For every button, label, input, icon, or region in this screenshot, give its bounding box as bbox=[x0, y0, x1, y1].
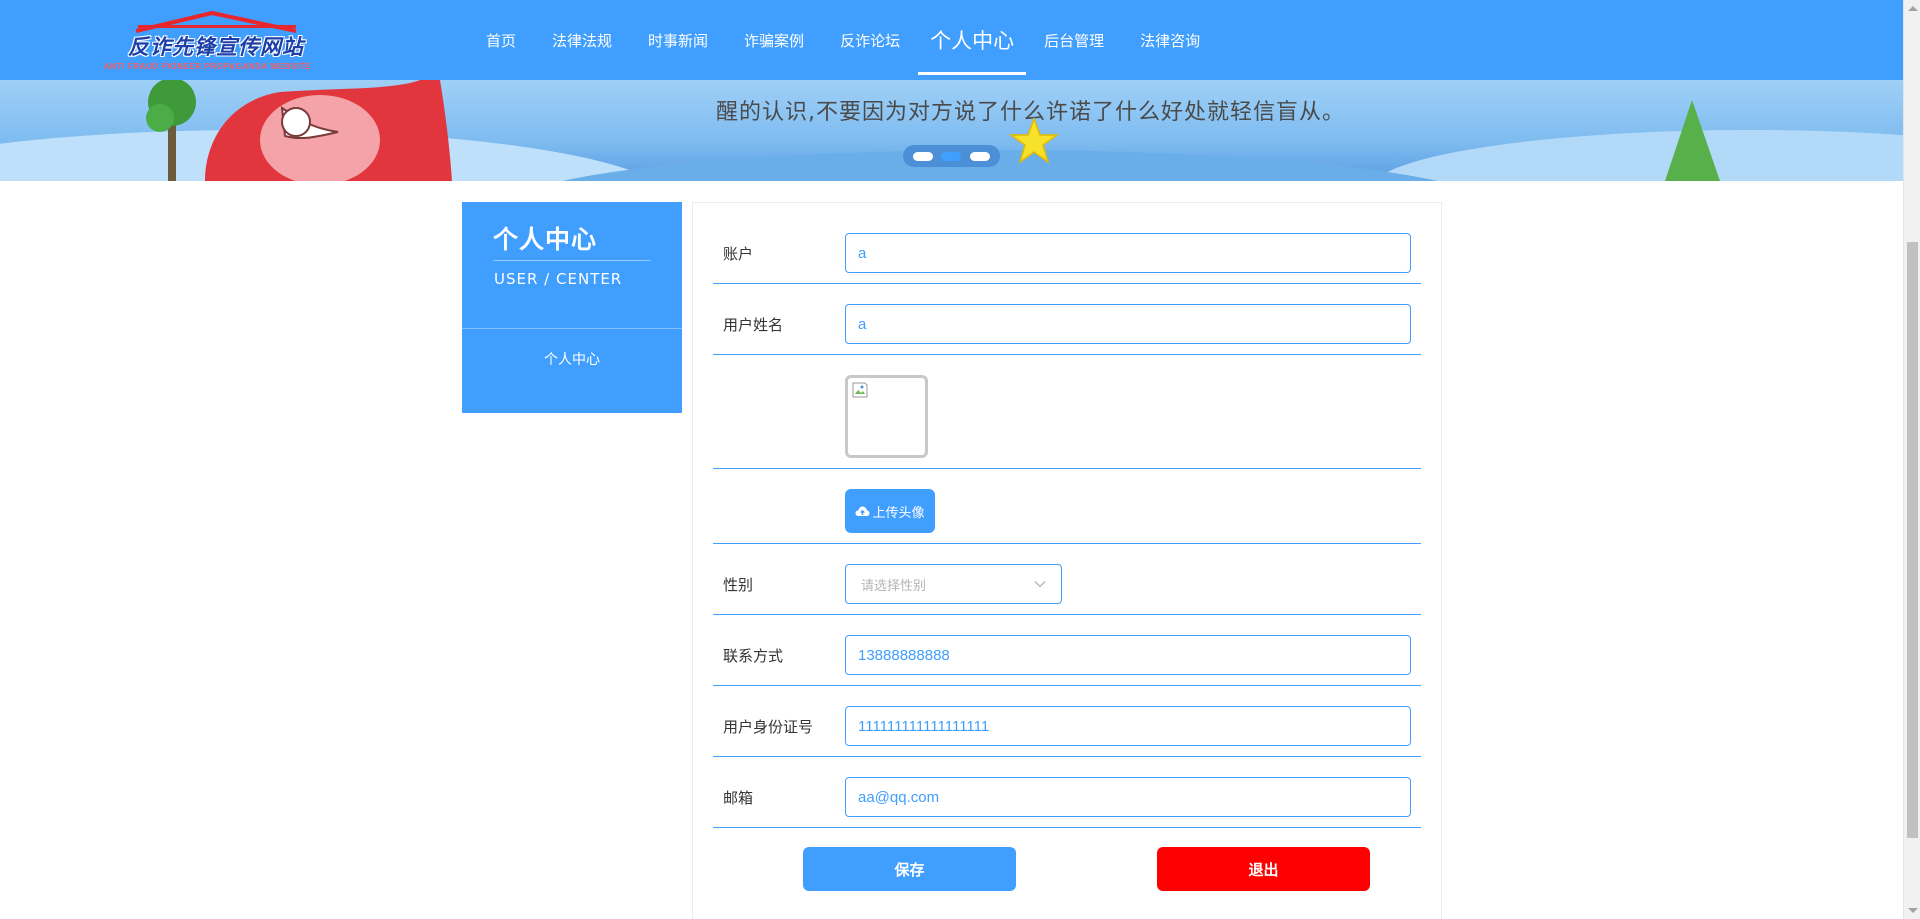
form-row-gender: 性别 请选择性别 bbox=[713, 544, 1421, 615]
email-label: 邮箱 bbox=[723, 789, 754, 807]
email-input[interactable] bbox=[845, 777, 1411, 817]
nav-admin[interactable]: 后台管理 bbox=[1026, 0, 1122, 80]
phone-input[interactable] bbox=[845, 635, 1411, 675]
banner-carousel[interactable]: 醒的认识,不要因为对方说了什么许诺了什么好处就轻信盲从。 bbox=[0, 80, 1903, 181]
nav-legal-consult[interactable]: 法律咨询 bbox=[1122, 0, 1218, 80]
carousel-dot-3[interactable] bbox=[969, 151, 990, 161]
nav-laws[interactable]: 法律法规 bbox=[534, 0, 630, 80]
form-row-name: 用户姓名 bbox=[713, 284, 1421, 355]
carousel-dot-1[interactable] bbox=[913, 151, 934, 161]
nav-home[interactable]: 首页 bbox=[468, 0, 534, 80]
site-logo[interactable]: 反诈先锋宣传网站 ANTI FRAUD PIONEER PROPAGANDA W… bbox=[104, 11, 324, 73]
broken-image-icon bbox=[852, 382, 868, 398]
account-input[interactable] bbox=[845, 233, 1411, 273]
sidebar-divider bbox=[493, 260, 651, 261]
id-number-input[interactable] bbox=[845, 706, 1411, 746]
upload-avatar-button[interactable]: 上传头像 bbox=[845, 489, 935, 533]
chevron-down-icon bbox=[1034, 581, 1046, 588]
form-row-phone: 联系方式 bbox=[713, 615, 1421, 686]
name-label: 用户姓名 bbox=[723, 316, 784, 334]
nav-news[interactable]: 时事新闻 bbox=[630, 0, 726, 80]
form-row-upload: 上传头像 bbox=[713, 469, 1421, 544]
carousel-indicators bbox=[903, 145, 1000, 167]
logo-subtitle: ANTI FRAUD PIONEER PROPAGANDA WEBSITE bbox=[104, 62, 312, 71]
form-actions: 保存 退出 bbox=[713, 847, 1421, 891]
form-row-id-number: 用户身份证号 bbox=[713, 686, 1421, 757]
sidebar-item-user-center[interactable]: 个人中心 bbox=[462, 329, 682, 389]
upload-avatar-label: 上传头像 bbox=[872, 504, 925, 520]
save-button[interactable]: 保存 bbox=[803, 847, 1016, 891]
scrollbar-thumb[interactable] bbox=[1907, 242, 1918, 838]
phone-label: 联系方式 bbox=[723, 647, 784, 665]
main-nav: 首页 法律法规 时事新闻 诈骗案例 反诈论坛 个人中心 后台管理 法律咨询 bbox=[468, 0, 1218, 80]
sidebar-subtitle: USER / CENTER bbox=[494, 270, 623, 288]
avatar-image bbox=[845, 375, 928, 458]
id-number-label: 用户身份证号 bbox=[723, 718, 814, 736]
gender-select-placeholder: 请选择性别 bbox=[861, 578, 927, 594]
logo-roof-icon bbox=[135, 11, 297, 33]
form-row-avatar bbox=[713, 355, 1421, 469]
page-scrollbar[interactable] bbox=[1903, 0, 1920, 919]
nav-user-center[interactable]: 个人中心 bbox=[918, 0, 1027, 80]
name-input[interactable] bbox=[845, 304, 1411, 344]
nav-fraud-cases[interactable]: 诈骗案例 bbox=[726, 0, 822, 80]
star-icon bbox=[1008, 116, 1060, 164]
logo-title: 反诈先锋宣传网站 bbox=[128, 34, 304, 59]
form-row-account: 账户 bbox=[713, 203, 1421, 284]
gender-select[interactable]: 请选择性别 bbox=[845, 564, 1062, 604]
scroll-up-icon[interactable] bbox=[1908, 6, 1918, 11]
exit-button[interactable]: 退出 bbox=[1157, 847, 1370, 891]
scroll-down-icon[interactable] bbox=[1908, 908, 1918, 913]
user-info-form: 账户 用户姓名 上传头像 性别 请选择性别 bbox=[692, 202, 1442, 919]
top-header: 反诈先锋宣传网站 ANTI FRAUD PIONEER PROPAGANDA W… bbox=[0, 0, 1903, 80]
carousel-dot-2[interactable] bbox=[941, 151, 962, 161]
cloud-upload-icon bbox=[855, 506, 870, 516]
account-label: 账户 bbox=[723, 245, 754, 263]
gender-label: 性别 bbox=[723, 576, 754, 594]
nav-forum[interactable]: 反诈论坛 bbox=[822, 0, 918, 80]
sidebar-title: 个人中心 bbox=[493, 225, 598, 254]
form-row-email: 邮箱 bbox=[713, 757, 1421, 828]
sidebar: 个人中心 USER / CENTER 个人中心 bbox=[462, 202, 682, 413]
